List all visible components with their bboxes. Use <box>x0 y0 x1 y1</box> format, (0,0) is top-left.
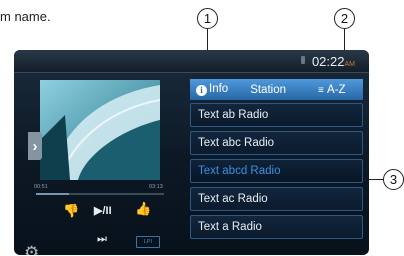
station-list-item[interactable]: Text abcd Radio <box>190 159 363 183</box>
info-icon: i <box>196 84 207 96</box>
tab-station[interactable]: Station <box>250 84 286 96</box>
album-art <box>40 80 160 180</box>
station-list-item[interactable]: Text a Radio <box>190 215 363 239</box>
tab-info-label: Info <box>209 83 229 96</box>
status-bar: 02:22AM <box>14 50 369 73</box>
thumbs-down-button[interactable]: 👎 <box>63 203 79 219</box>
manual-caption: m name. <box>0 9 51 24</box>
settings-gear-icon[interactable]: ⚙ <box>24 243 39 255</box>
time-total: 03:13 <box>149 184 163 190</box>
seek-bar-fill <box>36 193 70 195</box>
seek-bar[interactable] <box>36 193 164 195</box>
lpi-button[interactable]: LPI <box>136 236 160 248</box>
device-screen: 02:22AM › 00:51 03:13 👎 ▶/II 👍 ⏭ LPI ⚙ i… <box>14 50 369 255</box>
list-tab-bar: i Info Station ≡ A-Z <box>190 79 363 100</box>
callout-2: 2 <box>334 8 355 29</box>
clock-time: 02:22 <box>311 54 345 69</box>
callout-3: 3 <box>383 169 404 190</box>
tab-sort-az[interactable]: ≡ A-Z <box>318 84 346 96</box>
clock-ampm: AM <box>344 61 356 68</box>
thumbs-up-button[interactable]: 👍 <box>135 201 151 217</box>
signal-icon <box>301 56 305 64</box>
callout-1: 1 <box>197 8 218 29</box>
station-list: Text ab Radio Text abc Radio Text abcd Rad… <box>190 103 363 243</box>
side-panel-toggle[interactable]: › <box>28 132 42 160</box>
station-list-item[interactable]: Text ab Radio <box>190 103 363 127</box>
next-track-button[interactable]: ⏭ <box>97 233 107 246</box>
play-pause-button[interactable]: ▶/II <box>94 204 112 217</box>
clock: 02:22AM <box>312 54 355 69</box>
station-list-item[interactable]: Text abc Radio <box>190 131 363 155</box>
album-art-image <box>40 80 160 180</box>
time-elapsed: 00:51 <box>34 184 48 190</box>
station-list-item[interactable]: Text ac Radio <box>190 187 363 211</box>
tab-info[interactable]: i Info <box>196 83 228 96</box>
sort-list-icon: ≡ <box>318 84 324 96</box>
tab-sort-label: A-Z <box>327 83 346 96</box>
